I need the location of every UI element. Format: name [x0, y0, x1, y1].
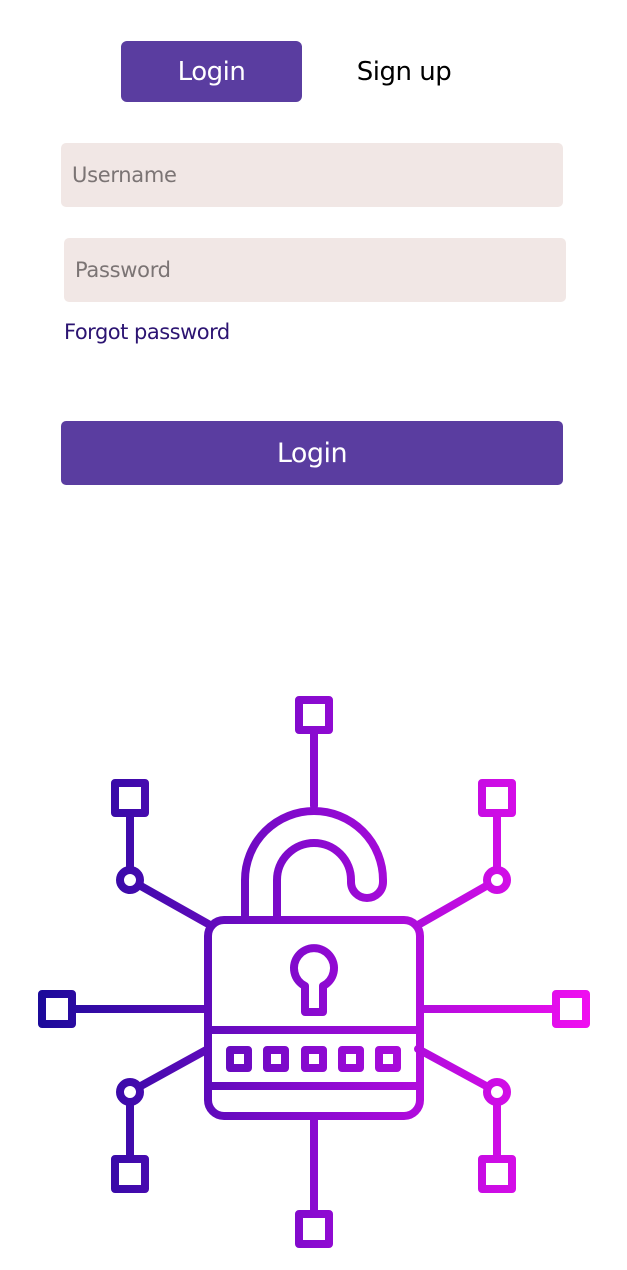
forgot-password-link[interactable]: Forgot password	[64, 320, 230, 344]
username-input[interactable]	[61, 143, 563, 207]
tab-login[interactable]: Login	[121, 41, 302, 102]
illustration	[0, 680, 627, 1266]
login-button[interactable]: Login	[61, 421, 563, 485]
tab-signup[interactable]: Sign up	[318, 41, 490, 102]
password-input[interactable]	[64, 238, 566, 302]
network-unlocked-padlock-icon	[38, 696, 590, 1248]
